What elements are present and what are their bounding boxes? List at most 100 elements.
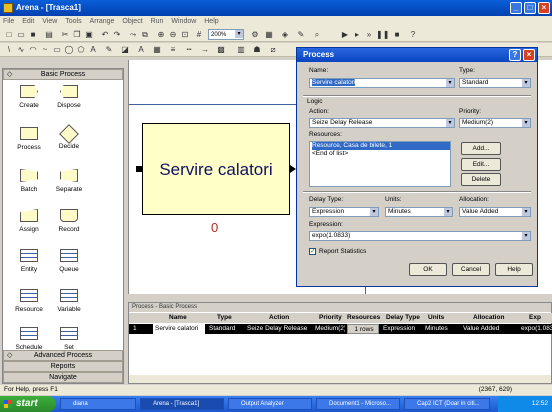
allocation-select[interactable]: Value Added ▾ xyxy=(459,207,531,217)
module-entity[interactable]: Entity xyxy=(7,249,51,273)
cell-allocation[interactable]: Value Added xyxy=(461,324,517,334)
save-icon[interactable]: ■ xyxy=(28,30,38,40)
taskbar-item-arena[interactable]: Arena - [Trasca1] xyxy=(140,398,224,410)
arrow-style-icon[interactable]: → xyxy=(200,45,210,55)
open-icon[interactable]: ▭ xyxy=(16,30,26,40)
report-statistics-checkbox[interactable]: ✓ xyxy=(309,248,316,255)
cell-expression[interactable]: expo(1.083 xyxy=(519,324,552,334)
priority-select[interactable]: Medium(2) ▾ xyxy=(459,118,531,128)
animate-icon[interactable]: ◈ xyxy=(280,30,290,40)
column-header-expression[interactable]: Exp xyxy=(527,313,552,323)
entry-point-icon[interactable] xyxy=(136,166,142,172)
print-icon[interactable]: ▤ xyxy=(44,30,54,40)
ok-button[interactable]: OK xyxy=(409,263,447,276)
end-icon[interactable]: ■ xyxy=(392,30,402,40)
panel-header-basic-process[interactable]: ◇ Basic Process xyxy=(3,69,123,80)
resource-anim-icon[interactable]: ☗ xyxy=(252,45,262,55)
module-queue[interactable]: Queue xyxy=(47,249,91,273)
fill-pattern-icon[interactable]: ▩ xyxy=(216,45,226,55)
resource-list-end[interactable]: <End of list> xyxy=(312,150,450,158)
queue-anim-icon[interactable]: ▥ xyxy=(236,45,246,55)
maximize-button[interactable]: □ xyxy=(524,2,536,14)
cell-name[interactable]: Servire calatori xyxy=(153,324,205,334)
module-create[interactable]: Create xyxy=(7,85,51,109)
menu-file[interactable]: File xyxy=(0,16,17,28)
menu-tools[interactable]: Tools xyxy=(62,16,84,28)
taskbar-item-cap2[interactable]: Cap2 ICT (Doar in citi... xyxy=(404,398,490,410)
module-dispose[interactable]: Dispose xyxy=(47,85,91,109)
taskbar-item-output-analyzer[interactable]: Output Analyzer xyxy=(228,398,312,410)
paste-icon[interactable]: ▣ xyxy=(84,30,94,40)
menu-arrange[interactable]: Arrange xyxy=(87,16,118,28)
menu-view[interactable]: View xyxy=(39,16,60,28)
expression-builder-icon[interactable]: ✎ xyxy=(296,30,306,40)
cut-icon[interactable]: ✂ xyxy=(60,30,70,40)
run-setup-icon[interactable]: ⚙ xyxy=(250,30,260,40)
cancel-button[interactable]: Cancel xyxy=(452,263,490,276)
column-header-resources[interactable]: Resources xyxy=(345,313,381,323)
delay-type-select[interactable]: Expression ▾ xyxy=(309,207,379,217)
step-icon[interactable]: ▸ xyxy=(352,30,362,40)
column-header-type[interactable]: Type xyxy=(215,313,245,323)
new-icon[interactable]: □ xyxy=(4,30,14,40)
type-select[interactable]: Standard ▾ xyxy=(459,78,531,88)
fast-forward-icon[interactable]: » xyxy=(364,30,374,40)
submodel-icon[interactable]: ▦ xyxy=(264,30,274,40)
delete-button[interactable]: Delete xyxy=(461,173,501,186)
bezier-icon[interactable]: ~ xyxy=(40,45,50,55)
dialog-help-icon[interactable]: ? xyxy=(509,49,521,61)
panel-advanced-process[interactable]: ◇ Advanced Process xyxy=(3,350,123,361)
help-button[interactable]: Help xyxy=(495,263,533,276)
add-button[interactable]: Add... xyxy=(461,142,501,155)
dialog-close-button[interactable]: × xyxy=(523,49,535,61)
units-select[interactable]: Minutes ▾ xyxy=(385,207,453,217)
cell-resources-button[interactable]: 1 rows xyxy=(347,324,379,334)
view-all-icon[interactable]: ⊡ xyxy=(180,30,190,40)
zoom-select[interactable]: 200% ▾ xyxy=(208,29,244,40)
menu-help[interactable]: Help xyxy=(201,16,221,28)
module-decide[interactable]: Decide xyxy=(47,124,91,150)
arc-icon[interactable]: ◠ xyxy=(28,45,38,55)
process-module-block[interactable]: Servire calatori xyxy=(142,123,290,215)
column-header-name[interactable]: Name xyxy=(167,313,203,323)
zoom-out-icon[interactable]: ⊖ xyxy=(168,30,178,40)
context-help-icon[interactable]: ? xyxy=(408,30,418,40)
resources-list[interactable]: Resource, Casa de bilete, 1 <End of list… xyxy=(309,141,451,187)
table-row[interactable]: 1 Servire calatori Standard Seize Delay … xyxy=(129,324,552,334)
close-button[interactable]: × xyxy=(538,2,550,14)
column-header-allocation[interactable]: Allocation xyxy=(471,313,511,323)
cell-priority[interactable]: Medium(2) xyxy=(313,324,345,334)
edit-button[interactable]: Edit... xyxy=(461,158,501,171)
column-header-units[interactable]: Units xyxy=(426,313,456,323)
module-separate[interactable]: Separate xyxy=(47,169,91,193)
module-variable[interactable]: Variable xyxy=(47,289,91,313)
fill-color-icon[interactable]: ◪ xyxy=(120,45,130,55)
menu-object[interactable]: Object xyxy=(119,16,145,28)
menu-window[interactable]: Window xyxy=(168,16,199,28)
module-record[interactable]: Record xyxy=(47,209,91,233)
polyline-icon[interactable]: ∿ xyxy=(16,45,26,55)
zoom-in-icon[interactable]: ⊕ xyxy=(156,30,166,40)
background-color-icon[interactable]: ▦ xyxy=(152,45,162,55)
cell-delay-type[interactable]: Expression xyxy=(381,324,421,334)
module-batch[interactable]: Batch xyxy=(7,169,51,193)
dialog-title-bar[interactable]: Process ? × xyxy=(297,48,537,62)
horizontal-scrollbar[interactable] xyxy=(129,375,551,383)
column-header-action[interactable]: Action xyxy=(267,313,301,323)
module-schedule[interactable]: Schedule xyxy=(7,327,51,351)
layers-icon[interactable]: ⧉ xyxy=(140,30,150,40)
module-set[interactable]: Set xyxy=(47,327,91,351)
polygon-icon[interactable]: ⬠ xyxy=(76,45,86,55)
panel-navigate[interactable]: Navigate xyxy=(3,372,123,383)
text-color-icon[interactable]: A xyxy=(136,45,146,55)
module-resource[interactable]: Resource xyxy=(7,289,51,313)
cell-units[interactable]: Minutes xyxy=(423,324,459,334)
minimize-button[interactable]: _ xyxy=(510,2,522,14)
action-select[interactable]: Seize Delay Release ▾ xyxy=(309,118,455,128)
taskbar-item-diana[interactable]: diana xyxy=(60,398,136,410)
menu-edit[interactable]: Edit xyxy=(19,16,37,28)
cell-type[interactable]: Standard xyxy=(207,324,243,334)
window-title-bar[interactable]: Arena - [Trasca1] _ □ × xyxy=(0,0,552,16)
undo-icon[interactable]: ↶ xyxy=(100,30,110,40)
pause-icon[interactable]: ❚❚ xyxy=(376,30,389,40)
